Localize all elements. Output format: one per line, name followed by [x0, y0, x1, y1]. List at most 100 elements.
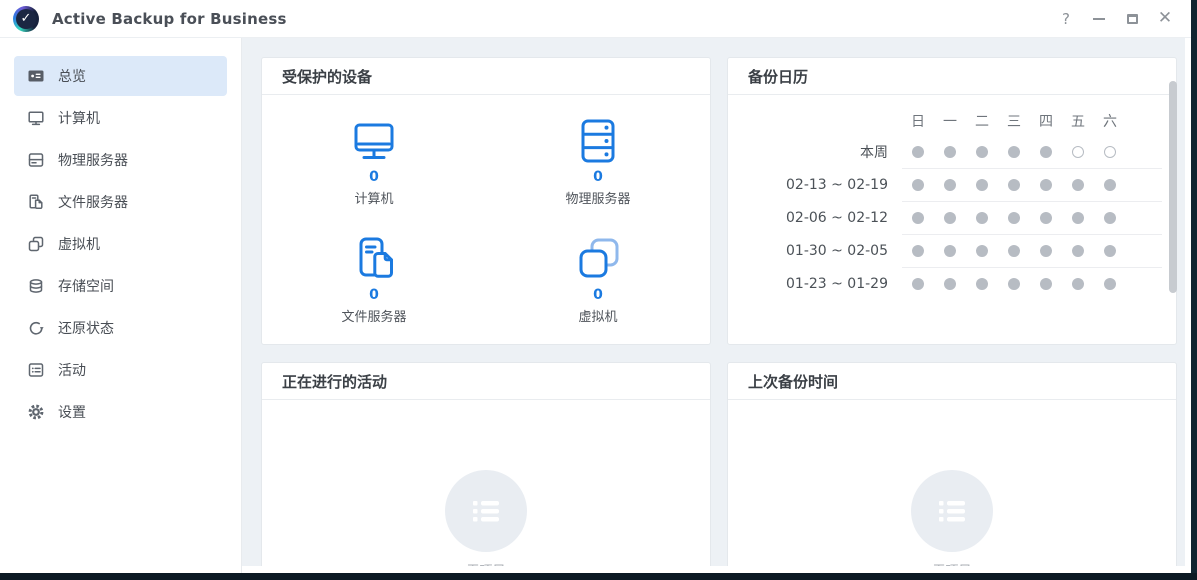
backup-day-dot — [1104, 179, 1116, 191]
sidebar-item-file-server[interactable]: 文件服务器 — [14, 182, 227, 222]
card-title: 正在进行的活动 — [262, 363, 710, 400]
title-bar: Active Backup for Business ? ✕ — [0, 0, 1191, 38]
backup-day-dot — [912, 278, 924, 290]
minimize-button[interactable] — [1089, 9, 1109, 29]
ongoing-activities-card: 正在进行的活动 无项目 — [261, 362, 711, 566]
backup-day-dot — [1040, 245, 1052, 257]
device-tile-virtual-machine[interactable]: 0 虚拟机 — [486, 227, 710, 345]
main-content: 受保护的设备 0 计算机 — [242, 38, 1185, 566]
restore-status-icon — [27, 319, 45, 337]
device-count: 0 — [369, 170, 379, 185]
backup-day-dot — [1008, 146, 1020, 158]
calendar-row: 02-06 ~ 02-12 — [748, 201, 1156, 234]
sidebar: 总览 计算机 物理服务器 文件服务 — [0, 38, 242, 573]
activity-icon — [27, 361, 45, 379]
settings-gear-icon — [27, 403, 45, 421]
app-title: Active Backup for Business — [52, 10, 287, 28]
day-header: 二 — [966, 111, 998, 131]
backup-day-dot — [1104, 146, 1116, 158]
backup-calendar: 日 一 二 三 四 五 六 本周 02-13 ~ 02-19 — [728, 95, 1176, 300]
computer-icon — [27, 109, 45, 127]
backup-day-dot — [976, 212, 988, 224]
physical-server-icon — [27, 151, 45, 169]
sidebar-item-label: 活动 — [58, 360, 86, 380]
vertical-scrollbar-thumb[interactable] — [1169, 81, 1177, 293]
maximize-icon — [1127, 14, 1138, 24]
backup-day-dot — [1008, 179, 1020, 191]
empty-state: 无项目 — [262, 400, 710, 566]
backup-day-dot — [1040, 212, 1052, 224]
backup-day-dot — [1104, 278, 1116, 290]
device-count: 0 — [369, 288, 379, 303]
device-tile-physical-server[interactable]: 0 物理服务器 — [486, 109, 710, 227]
sidebar-item-settings[interactable]: 设置 — [14, 392, 227, 432]
sidebar-item-physical-server[interactable]: 物理服务器 — [14, 140, 227, 180]
backup-day-dot — [912, 179, 924, 191]
computer-icon — [350, 117, 398, 165]
sidebar-item-label: 虚拟机 — [58, 234, 100, 254]
backup-day-dot — [944, 212, 956, 224]
sidebar-item-storage[interactable]: 存储空间 — [14, 266, 227, 306]
maximize-button[interactable] — [1122, 9, 1142, 29]
virtual-machine-icon — [574, 235, 622, 283]
sidebar-item-activity[interactable]: 活动 — [14, 350, 227, 390]
overview-icon — [27, 67, 45, 85]
backup-day-dot — [1072, 245, 1084, 257]
device-tile-computer[interactable]: 0 计算机 — [262, 109, 486, 227]
day-header: 五 — [1062, 111, 1094, 131]
backup-day-dot — [1104, 212, 1116, 224]
physical-server-icon — [574, 117, 622, 165]
backup-day-dot — [1040, 278, 1052, 290]
backup-day-dot — [976, 278, 988, 290]
device-label: 文件服务器 — [341, 306, 406, 325]
file-server-icon — [27, 193, 45, 211]
backup-day-dot — [976, 146, 988, 158]
backup-day-dot — [912, 245, 924, 257]
sidebar-item-virtual-machine[interactable]: 虚拟机 — [14, 224, 227, 264]
backup-day-dot — [1008, 278, 1020, 290]
calendar-row-label: 01-30 ~ 02-05 — [748, 243, 902, 259]
help-button[interactable]: ? — [1056, 9, 1076, 29]
backup-day-dot — [976, 179, 988, 191]
backup-day-dot — [912, 212, 924, 224]
backup-day-dot — [976, 245, 988, 257]
sidebar-item-label: 还原状态 — [58, 318, 114, 338]
calendar-row: 本周 — [748, 135, 1156, 168]
file-server-icon — [350, 235, 398, 283]
desktop-edge-bottom — [0, 573, 1197, 580]
card-title: 上次备份时间 — [728, 363, 1176, 400]
storage-icon — [27, 277, 45, 295]
empty-list-icon — [911, 470, 993, 552]
sidebar-item-label: 物理服务器 — [58, 150, 128, 170]
close-button[interactable]: ✕ — [1155, 9, 1175, 29]
calendar-row-label: 01-23 ~ 01-29 — [748, 276, 902, 292]
last-backup-time-card: 上次备份时间 无项目 — [727, 362, 1177, 566]
sidebar-item-computer[interactable]: 计算机 — [14, 98, 227, 138]
device-tile-file-server[interactable]: 0 文件服务器 — [262, 227, 486, 345]
device-label: 物理服务器 — [565, 188, 630, 207]
device-label: 虚拟机 — [578, 306, 617, 325]
calendar-row: 02-13 ~ 02-19 — [748, 168, 1156, 201]
protected-devices-card: 受保护的设备 0 计算机 — [261, 57, 711, 345]
device-count: 0 — [593, 170, 603, 185]
sidebar-item-label: 存储空间 — [58, 276, 114, 296]
sidebar-item-label: 文件服务器 — [58, 192, 128, 212]
backup-day-dot — [1072, 212, 1084, 224]
sidebar-item-label: 总览 — [58, 66, 86, 86]
minimize-icon — [1093, 18, 1105, 20]
card-title: 备份日历 — [728, 58, 1176, 95]
sidebar-item-label: 计算机 — [58, 108, 100, 128]
empty-state-text: 无项目 — [466, 560, 505, 566]
app-window: Active Backup for Business ? ✕ 总览 — [0, 0, 1191, 573]
device-count: 0 — [593, 288, 603, 303]
calendar-row: 01-30 ~ 02-05 — [748, 234, 1156, 267]
day-header: 三 — [998, 111, 1030, 131]
backup-day-dot — [1008, 245, 1020, 257]
sidebar-item-overview[interactable]: 总览 — [14, 56, 227, 96]
device-label: 计算机 — [354, 188, 393, 207]
backup-calendar-card: 备份日历 日 一 二 三 四 五 六 — [727, 57, 1177, 345]
sidebar-item-restore-status[interactable]: 还原状态 — [14, 308, 227, 348]
backup-day-dot — [1072, 179, 1084, 191]
calendar-row-label: 本周 — [748, 142, 902, 162]
backup-day-dot — [1008, 212, 1020, 224]
